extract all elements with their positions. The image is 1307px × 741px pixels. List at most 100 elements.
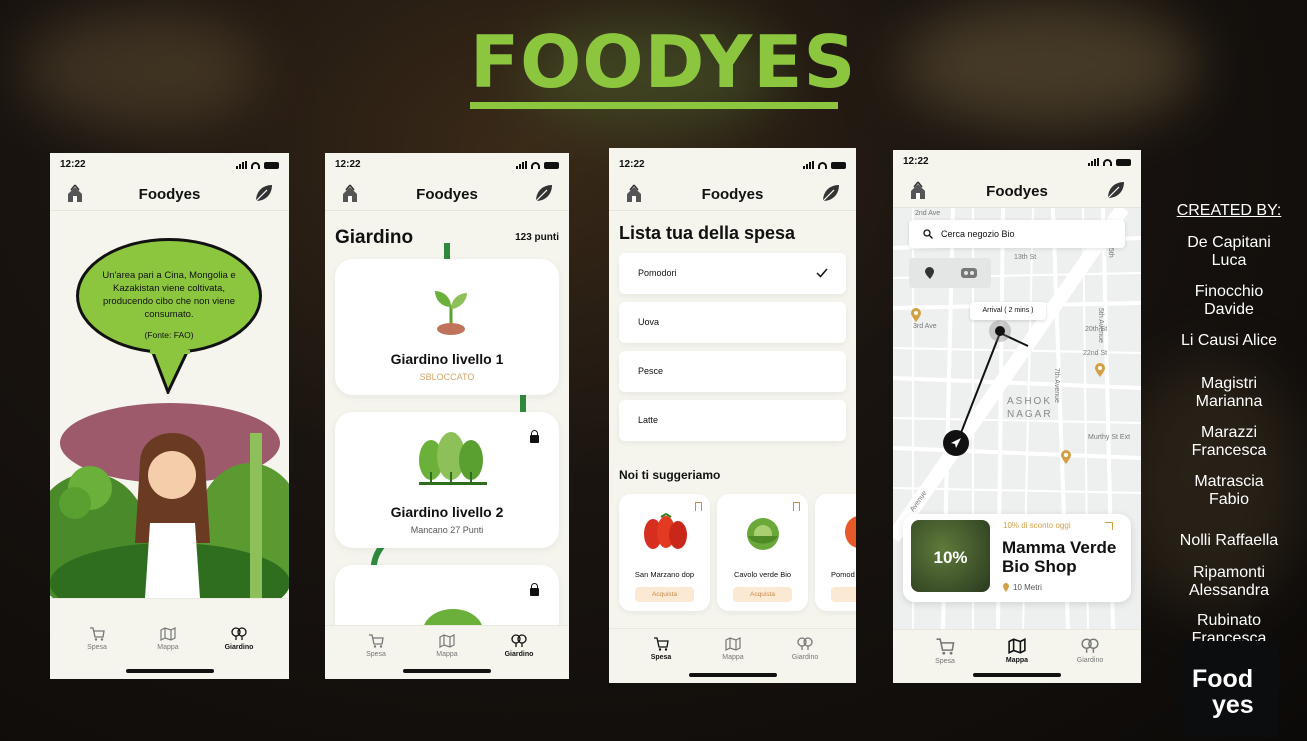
app-logo: Foodyes (701, 186, 764, 203)
street-label: 3rd Ave (913, 323, 937, 330)
app-logo: Foodyes (986, 183, 1048, 200)
level-status: SBLOCCATO (419, 372, 475, 382)
product-card[interactable]: Cavolo verde Bio Acquista (717, 494, 808, 611)
tab-giardino[interactable]: Giardino (494, 634, 544, 658)
status-time: 12:22 (60, 159, 86, 170)
logo-text: yes (1212, 691, 1254, 719)
leaf-icon[interactable] (1105, 179, 1127, 201)
bookmark-icon[interactable] (1105, 522, 1113, 530)
home-indicator (973, 673, 1061, 677)
shop-search-input[interactable]: Cerca negozio Bio (909, 220, 1125, 248)
level-title: Giardino livello 2 (390, 504, 504, 520)
list-item[interactable]: Pomodori (619, 253, 846, 294)
shop-card[interactable]: 10% 10% di sconto oggi Mamma Verde Bio S… (903, 514, 1131, 602)
team-member: Magistri Marianna (1195, 375, 1263, 410)
tomato-image (845, 516, 856, 548)
tab-giardino[interactable]: Giardino (780, 637, 830, 661)
fact-source: (Fonte: FAO) (144, 330, 194, 340)
credits-panel: CREATED BY: (1166, 202, 1292, 231)
list-item[interactable]: Latte (619, 400, 846, 441)
buy-button[interactable]: Acquista (733, 587, 792, 602)
map-icon (439, 634, 455, 648)
street-label: 7th Avenue (1053, 368, 1060, 403)
status-bar: 12:22 (893, 156, 1141, 170)
team-member: De Capitani Luca (1187, 234, 1271, 269)
navigation-button[interactable] (943, 430, 969, 456)
lock-icon (530, 430, 539, 443)
map-controls (909, 258, 991, 288)
tab-giardino[interactable]: Giardino (1065, 638, 1115, 664)
fact-text: Un'area pari a Cina, Mongolia e Kazakist… (102, 270, 236, 320)
wifi-icon (818, 161, 827, 169)
shop-distance: 10 Metri (1013, 583, 1042, 592)
garden-points: 123 punti (515, 232, 559, 243)
team-member: Nolli Raffaella (1179, 532, 1279, 549)
garden-level-1-card[interactable]: Giardino livello 1 SBLOCCATO (335, 259, 559, 395)
fact-speech-bubble: Un'area pari a Cina, Mongolia e Kazakist… (76, 238, 262, 354)
shop-image: 10% (911, 520, 990, 592)
leaf-icon[interactable] (820, 182, 842, 204)
tab-bar: Spesa Mappa Giardino (325, 625, 569, 679)
location-pin-icon (1003, 583, 1009, 592)
bubble-tail (150, 350, 190, 394)
buy-button[interactable]: Acquista (635, 587, 694, 602)
home-indicator (688, 673, 777, 677)
home-indicator (125, 669, 214, 673)
sprout-icon (435, 291, 467, 335)
shopping-list-heading: Lista tua della spesa (619, 223, 796, 243)
location-pin-icon[interactable] (925, 267, 935, 279)
product-name: San Marzano dop (634, 570, 695, 579)
check-icon[interactable] (816, 268, 828, 278)
status-time: 12:22 (619, 159, 645, 170)
current-location-dot (995, 326, 1005, 336)
tab-bar: Spesa Mappa Giardino (609, 628, 856, 683)
wifi-icon (531, 161, 540, 169)
shop-pin-icon[interactable] (1061, 450, 1071, 464)
status-bar: 12:22 (325, 159, 569, 173)
phone-screen-home: 12:22 Foodyes Un'area pari a Cina, Mongo… (50, 153, 289, 679)
shop-pin-icon[interactable] (911, 308, 921, 322)
garden-level-2-card[interactable]: Giardino livello 2 Mancano 27 Punti (335, 412, 559, 548)
signal-icon (803, 161, 814, 169)
product-card[interactable]: San Marzano dop Acquista (619, 494, 710, 611)
tree-icon (511, 634, 527, 647)
shop-pin-icon[interactable] (1095, 363, 1105, 377)
area-label: ASHOK (1007, 396, 1053, 407)
leaf-icon[interactable] (533, 182, 555, 204)
tab-spesa[interactable]: Spesa (920, 638, 970, 665)
battery-icon (831, 161, 846, 169)
tomato-image (644, 512, 687, 549)
tab-mappa[interactable]: Mappa (422, 634, 472, 658)
map-icon (160, 627, 176, 641)
buy-button[interactable]: Ac (831, 587, 856, 602)
tab-mappa[interactable]: Mappa (992, 638, 1042, 664)
battery-icon (1116, 158, 1131, 166)
battery-icon (264, 161, 279, 169)
tab-spesa[interactable]: Spesa (351, 634, 401, 658)
tab-spesa[interactable]: Spesa (636, 637, 686, 661)
status-time: 12:22 (903, 156, 929, 167)
bookmark-icon[interactable] (695, 502, 702, 511)
bookmark-icon[interactable] (793, 502, 800, 511)
vr-view-icon[interactable] (961, 268, 977, 278)
list-item[interactable]: Pesce (619, 351, 846, 392)
cabbage-image (747, 518, 779, 550)
arrival-tooltip: Arrival ( 2 mins ) (970, 302, 1046, 320)
team-member: Ripamonti Alessandra (1188, 564, 1270, 599)
street-label: 2nd Ave (915, 210, 941, 217)
signal-icon (1088, 158, 1099, 166)
cart-icon (936, 638, 955, 655)
forest-icon (419, 432, 487, 485)
tab-giardino[interactable]: Giardino (214, 627, 264, 651)
product-card[interactable]: Pomod Ac (815, 494, 856, 611)
wifi-icon (251, 161, 260, 169)
leaf-icon[interactable] (253, 182, 275, 204)
street-label: 13th St (1014, 254, 1037, 261)
discount-badge: 10% (933, 548, 968, 567)
tab-mappa[interactable]: Mappa (708, 637, 758, 661)
shop-name: Mamma Verde Bio Shop (1002, 538, 1117, 576)
list-item[interactable]: Uova (619, 302, 846, 343)
tab-mappa[interactable]: Mappa (143, 627, 193, 651)
cart-icon (654, 637, 669, 651)
tab-spesa[interactable]: Spesa (72, 627, 122, 651)
